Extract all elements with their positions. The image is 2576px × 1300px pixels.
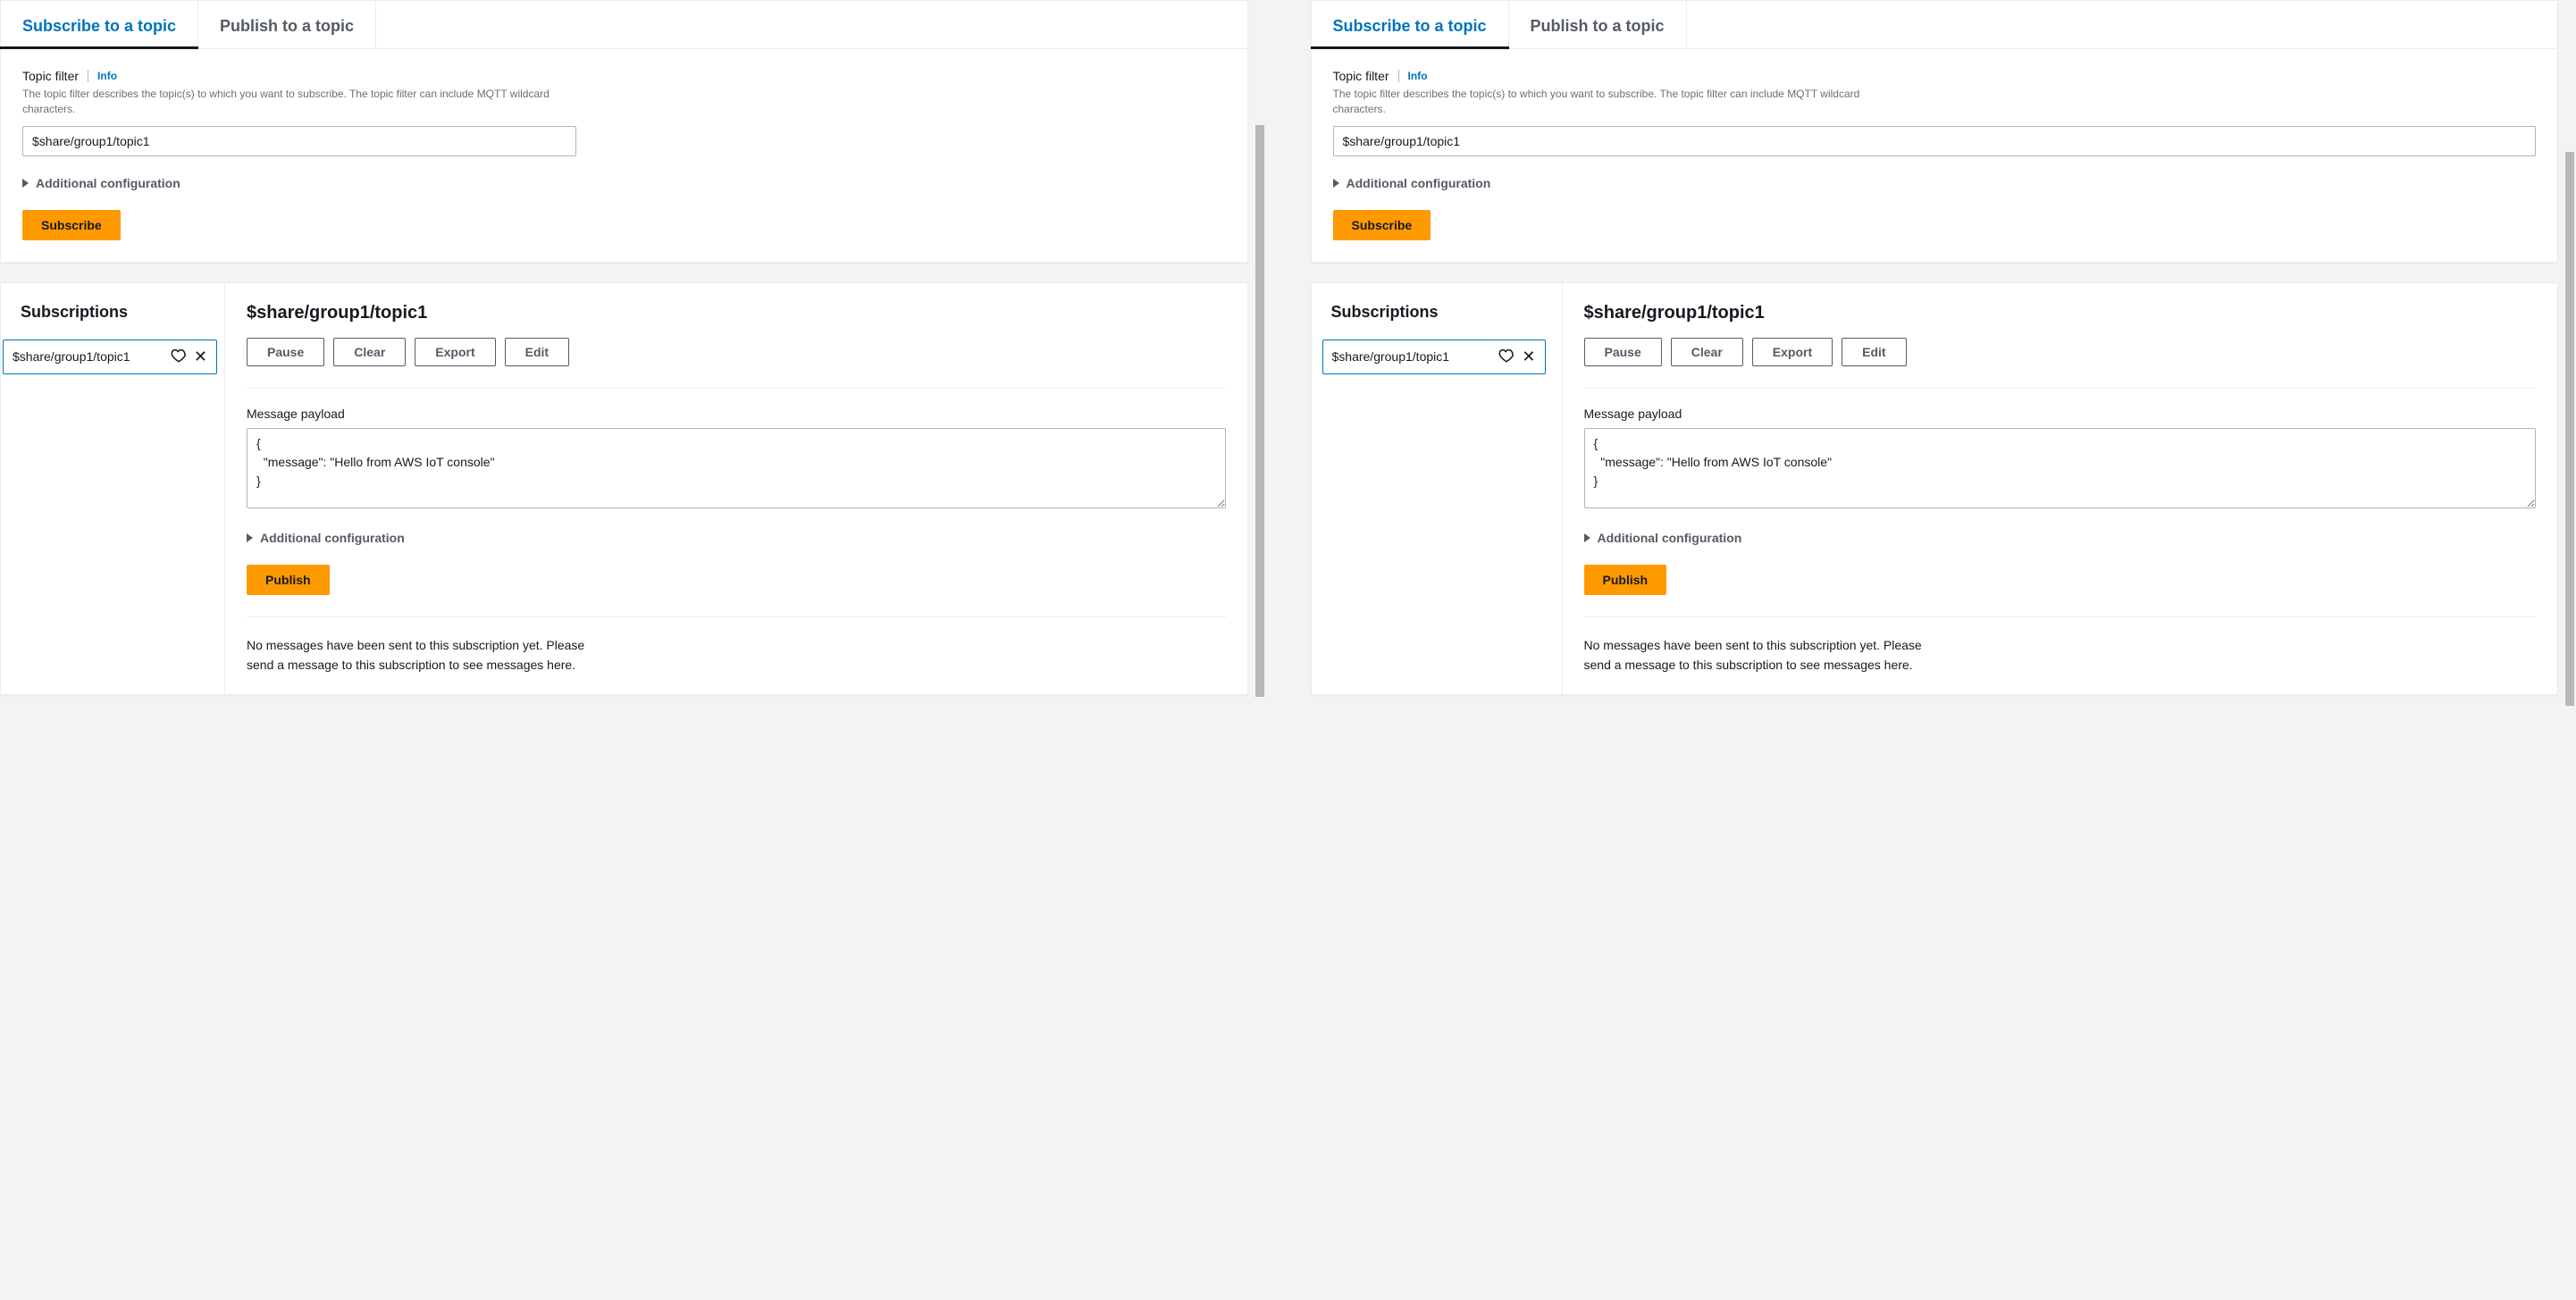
scrollbar-thumb[interactable] [2565, 152, 2574, 706]
subscribe-card: Subscribe to a topic Publish to a topic … [0, 0, 1248, 263]
subscription-item-label-2: $share/group1/topic1 [1332, 349, 1492, 364]
publish-button[interactable]: Publish [247, 565, 330, 595]
divider [1398, 70, 1399, 82]
subscriptions-panel-2: Subscriptions $share/group1/topic1 ✕ $sh… [1311, 282, 2559, 696]
edit-button[interactable]: Edit [505, 338, 569, 366]
caret-right-icon [247, 533, 253, 542]
publish-button-2[interactable]: Publish [1584, 565, 1667, 595]
payload-label-2: Message payload [1584, 407, 2537, 421]
caret-right-icon [1333, 179, 1339, 188]
subscriptions-heading-2: Subscriptions [1331, 303, 1562, 322]
close-icon-2[interactable]: ✕ [1522, 348, 1535, 365]
empty-message: No messages have been sent to this subsc… [247, 635, 586, 675]
subscription-item-label: $share/group1/topic1 [13, 349, 164, 364]
pause-button-2[interactable]: Pause [1584, 338, 1662, 366]
divider [247, 388, 1226, 389]
clear-button-2[interactable]: Clear [1671, 338, 1743, 366]
topic-filter-hint-2: The topic filter describes the topic(s) … [1333, 87, 1887, 117]
subscriptions-panel: Subscriptions $share/group1/topic1 ✕ $sh… [0, 282, 1248, 696]
tabs: Subscribe to a topic Publish to a topic [1, 1, 1247, 49]
additional-config-label: Additional configuration [36, 176, 180, 190]
subscribe-button[interactable]: Subscribe [22, 210, 121, 240]
export-button[interactable]: Export [415, 338, 495, 366]
empty-message-2: No messages have been sent to this subsc… [1584, 635, 1924, 675]
additional-config-label-2: Additional configuration [260, 531, 405, 545]
info-link[interactable]: Info [97, 70, 117, 82]
detail-heading-2: $share/group1/topic1 [1584, 303, 2537, 323]
edit-button-2[interactable]: Edit [1842, 338, 1906, 366]
heart-icon-2[interactable] [1498, 348, 1515, 366]
subscriptions-heading: Subscriptions [21, 303, 224, 322]
additional-config-toggle-2[interactable]: Additional configuration [247, 531, 1226, 545]
tabs-2: Subscribe to a topic Publish to a topic [1312, 1, 2558, 49]
subscribe-button-2[interactable]: Subscribe [1333, 210, 1431, 240]
payload-textarea-2[interactable] [1584, 428, 2537, 508]
scrollbar-thumb[interactable] [1255, 125, 1264, 697]
pause-button[interactable]: Pause [247, 338, 324, 366]
payload-textarea[interactable] [247, 428, 1226, 508]
clear-button[interactable]: Clear [333, 338, 406, 366]
left-panel: Subscribe to a topic Publish to a topic … [0, 0, 1248, 695]
detail-heading: $share/group1/topic1 [247, 303, 1226, 323]
tab-subscribe-2[interactable]: Subscribe to a topic [1312, 1, 1509, 48]
tab-publish-2[interactable]: Publish to a topic [1509, 1, 1687, 48]
subscription-item-2[interactable]: $share/group1/topic1 ✕ [1322, 340, 1546, 374]
info-link-2[interactable]: Info [1408, 70, 1428, 82]
heart-icon[interactable] [171, 348, 187, 366]
right-panel: Subscribe to a topic Publish to a topic … [1311, 0, 2559, 695]
additional-config-label-4: Additional configuration [1598, 531, 1742, 545]
divider [1584, 616, 2537, 617]
additional-config-toggle-4[interactable]: Additional configuration [1584, 531, 2537, 545]
subscribe-card-2: Subscribe to a topic Publish to a topic … [1311, 0, 2559, 263]
divider [1584, 388, 2537, 389]
topic-filter-label: Topic filter [22, 69, 79, 83]
caret-right-icon [1584, 533, 1590, 542]
additional-config-toggle-3[interactable]: Additional configuration [1333, 176, 2537, 190]
payload-label: Message payload [247, 407, 1226, 421]
tab-publish[interactable]: Publish to a topic [198, 1, 376, 48]
subscription-item[interactable]: $share/group1/topic1 ✕ [3, 340, 217, 374]
close-icon[interactable]: ✕ [194, 348, 207, 365]
topic-filter-hint: The topic filter describes the topic(s) … [22, 87, 576, 117]
topic-filter-label-2: Topic filter [1333, 69, 1389, 83]
additional-config-label-3: Additional configuration [1347, 176, 1491, 190]
divider [247, 616, 1226, 617]
topic-filter-input-2[interactable] [1333, 126, 2537, 156]
additional-config-toggle[interactable]: Additional configuration [22, 176, 1226, 190]
tab-subscribe[interactable]: Subscribe to a topic [1, 1, 198, 48]
export-button-2[interactable]: Export [1752, 338, 1833, 366]
caret-right-icon [22, 179, 29, 188]
topic-filter-input[interactable] [22, 126, 576, 156]
